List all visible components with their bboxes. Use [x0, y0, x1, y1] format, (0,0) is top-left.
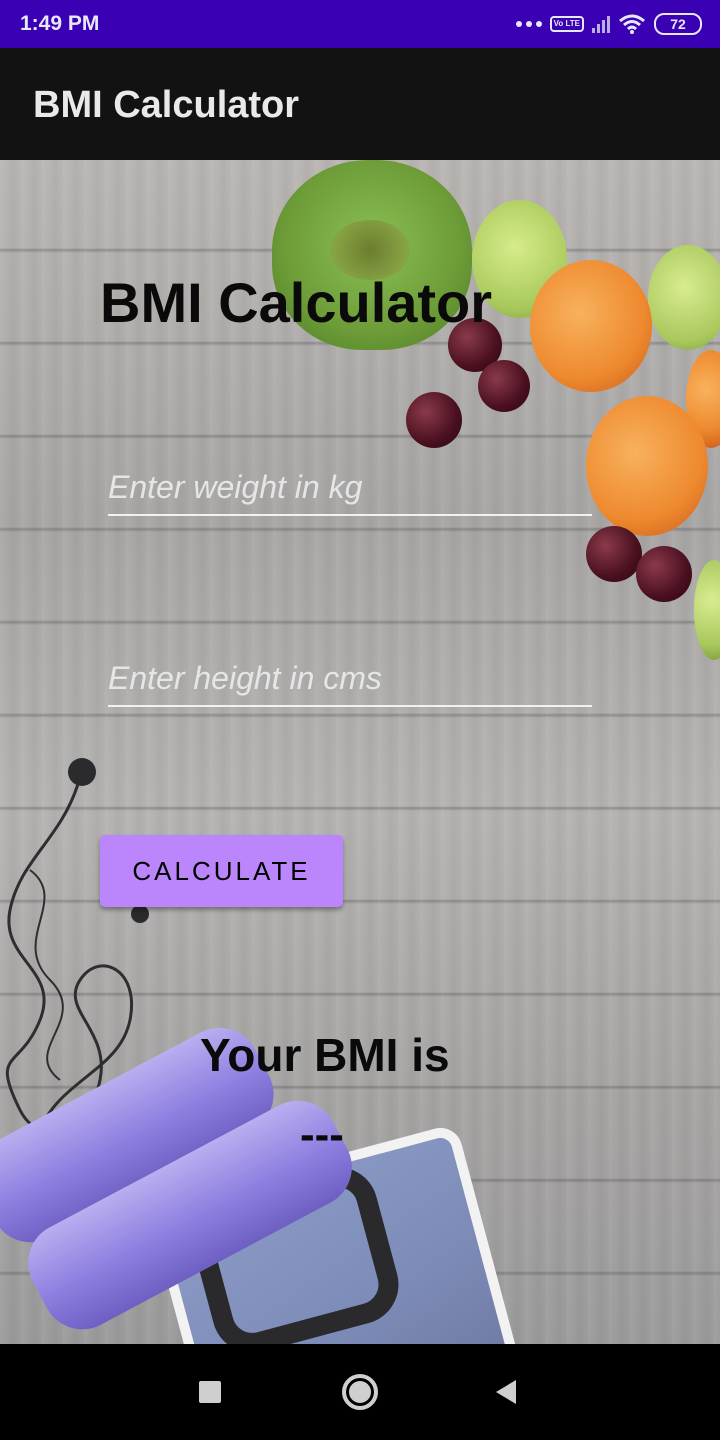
cherry-decoration	[406, 392, 462, 448]
signal-icon	[592, 15, 610, 33]
weight-field[interactable]	[108, 460, 592, 516]
cherry-decoration	[636, 546, 692, 602]
back-icon	[496, 1380, 516, 1404]
height-field[interactable]	[108, 651, 592, 707]
navigation-bar	[0, 1344, 720, 1440]
apricot-decoration	[586, 396, 708, 536]
recents-button[interactable]	[188, 1370, 232, 1414]
more-dots-icon	[515, 21, 542, 27]
weight-input[interactable]	[108, 460, 592, 514]
bmi-result-value: ---	[300, 1110, 344, 1159]
app-bar-title: BMI Calculator	[33, 84, 300, 126]
page-title: BMI Calculator	[100, 271, 493, 334]
home-button[interactable]	[338, 1370, 382, 1414]
back-button[interactable]	[484, 1370, 528, 1414]
cherry-decoration	[478, 360, 530, 412]
status-bar: 1:49 PM Vo LTE 72	[0, 0, 720, 48]
apple-decoration	[648, 245, 720, 350]
cherry-decoration	[586, 526, 642, 582]
bmi-result-label: Your BMI is	[200, 1029, 450, 1081]
app-bar: BMI Calculator	[0, 48, 720, 160]
calculate-button[interactable]: CALCULATE	[100, 835, 343, 907]
status-icons: Vo LTE 72	[515, 10, 702, 38]
recents-icon	[199, 1381, 221, 1403]
wifi-icon	[619, 14, 645, 34]
apricot-decoration	[530, 260, 652, 392]
main-content: BMI Calculator CALCULATE Your BMI is ---	[0, 160, 720, 1344]
battery-icon: 72	[654, 13, 702, 35]
volte-icon: Vo LTE	[549, 16, 584, 32]
status-time: 1:49 PM	[20, 12, 100, 35]
height-input[interactable]	[108, 651, 592, 705]
home-icon	[342, 1374, 378, 1410]
